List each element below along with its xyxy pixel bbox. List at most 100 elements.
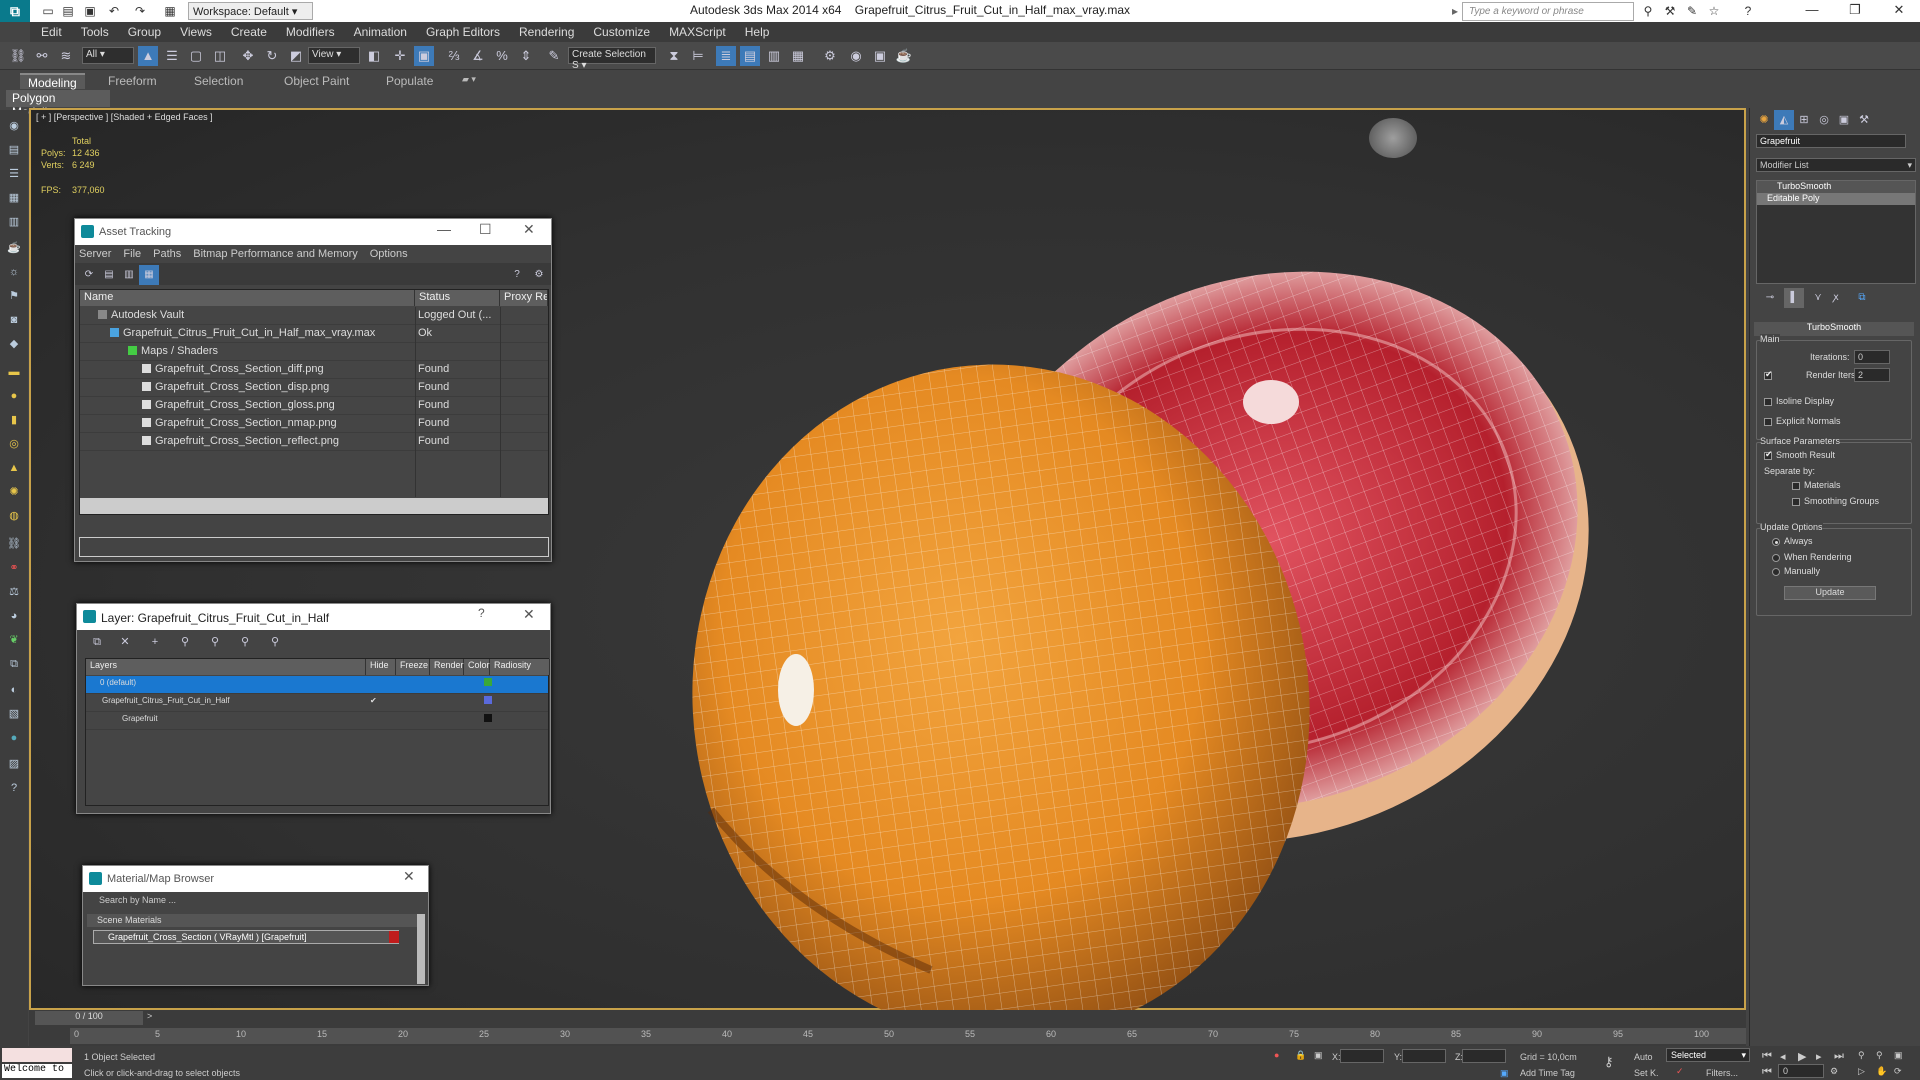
render-iters-checkbox[interactable]: [1764, 369, 1773, 380]
col-layers[interactable]: Layers: [86, 659, 366, 675]
material-editor-icon[interactable]: ◉: [846, 46, 866, 66]
align-icon[interactable]: ⊨: [688, 46, 708, 66]
grid-icon[interactable]: ▦: [5, 190, 23, 206]
add-time-tag[interactable]: Add Time Tag: [1520, 1068, 1575, 1078]
grid-view-icon[interactable]: ▦: [139, 265, 159, 285]
app-menu-button[interactable]: ⧉: [0, 0, 30, 22]
modifier-list-dropdown[interactable]: Modifier List ▾: [1756, 158, 1916, 172]
asset-path-field[interactable]: [79, 537, 549, 557]
cone-icon[interactable]: ▲: [5, 460, 23, 476]
sphere-icon[interactable]: ●: [5, 388, 23, 404]
help-icon[interactable]: ?: [1740, 3, 1756, 19]
zoom-all-icon[interactable]: ⚲: [1876, 1050, 1883, 1061]
stack-item-turbosmooth[interactable]: TurboSmooth: [1757, 181, 1915, 193]
create-tab-icon[interactable]: ✺: [1754, 110, 1774, 130]
field-of-view-icon[interactable]: ▷: [1858, 1066, 1865, 1077]
layer-row[interactable]: Grapefruit: [86, 712, 548, 730]
teapot-icon[interactable]: ☕: [5, 240, 23, 256]
tab-modeling[interactable]: Modeling: [20, 73, 85, 90]
auto-key-button[interactable]: Auto: [1634, 1052, 1653, 1062]
leaf-icon[interactable]: ❦: [5, 632, 23, 648]
refresh-icon[interactable]: ⟳: [79, 265, 99, 285]
slider-next-icon[interactable]: >: [147, 1011, 152, 1021]
keyboard-shortcut-override-icon[interactable]: ▣: [414, 46, 434, 66]
menu-graph-editors[interactable]: Graph Editors: [415, 22, 508, 39]
bars-icon[interactable]: ☰: [5, 166, 23, 182]
hide-all-icon[interactable]: ⚲: [235, 632, 255, 652]
edit-named-selection-icon[interactable]: ✎: [544, 46, 564, 66]
viewcube-icon[interactable]: [1369, 118, 1417, 158]
shape-icon[interactable]: ◆: [5, 336, 23, 352]
menu-paths[interactable]: Paths: [153, 248, 181, 260]
layer-color-swatch[interactable]: [484, 696, 492, 704]
polygon-modeling-panel[interactable]: Polygon Modeling: [6, 90, 110, 119]
menu-customize[interactable]: Customize: [582, 22, 658, 39]
tab-freeform[interactable]: Freeform: [100, 73, 165, 89]
tab-populate[interactable]: Populate: [378, 73, 441, 89]
isolate-selection-icon[interactable]: ●: [1274, 1050, 1279, 1060]
highlight-layer-icon[interactable]: ⚲: [205, 632, 225, 652]
z-coordinate-input[interactable]: [1462, 1049, 1506, 1063]
current-frame-input[interactable]: 0: [1778, 1064, 1824, 1078]
graphite-toggle-icon[interactable]: ▥: [764, 46, 784, 66]
restore-button[interactable]: ❐: [1840, 2, 1870, 20]
table-row[interactable]: Autodesk Vault Logged Out (...: [80, 307, 548, 325]
table-row[interactable]: Grapefruit_Cross_Section_gloss.png Found: [80, 397, 548, 415]
torus-icon[interactable]: ◎: [5, 436, 23, 452]
table-row[interactable]: Grapefruit_Citrus_Fruit_Cut_in_Half_max_…: [80, 325, 548, 343]
layer-manager-icon[interactable]: ▤: [740, 46, 760, 66]
subscription-icon[interactable]: ⚒: [1662, 3, 1678, 19]
tab-selection[interactable]: Selection: [186, 73, 251, 89]
helper-icon[interactable]: ⚑: [5, 288, 23, 304]
bulb-icon[interactable]: ☼: [5, 264, 23, 280]
orb-icon[interactable]: ◐: [5, 682, 23, 698]
tab-object-paint[interactable]: Object Paint: [276, 73, 357, 89]
chain-icon[interactable]: ⛓: [5, 536, 23, 552]
selection-filter-dropdown[interactable]: All ▾: [82, 47, 134, 64]
play-icon[interactable]: ▶: [1798, 1050, 1806, 1063]
settings-icon[interactable]: ⚙: [529, 265, 549, 285]
cylinder-icon[interactable]: ▮: [5, 412, 23, 428]
link-icon[interactable]: ⛓: [8, 46, 28, 66]
redo-icon[interactable]: ↷: [132, 3, 148, 19]
save-file-icon[interactable]: ▣: [82, 3, 98, 19]
pivot-center-icon[interactable]: ◧: [364, 46, 384, 66]
manually-radio[interactable]: [1772, 568, 1780, 576]
grid-list-icon[interactable]: ▥: [5, 214, 23, 230]
key-filters-button[interactable]: Filters...: [1706, 1068, 1738, 1078]
col-name[interactable]: Name: [80, 290, 415, 306]
geosphere-icon[interactable]: ◍: [5, 508, 23, 524]
render-iters-input[interactable]: 2: [1854, 368, 1890, 382]
delete-layer-icon[interactable]: ✕: [115, 632, 135, 652]
close-icon[interactable]: ✕: [403, 868, 415, 885]
time-tag-icon[interactable]: ▣: [1500, 1068, 1509, 1079]
named-selection-dropdown[interactable]: Create Selection S ▾: [568, 47, 656, 71]
when-rendering-radio[interactable]: [1772, 554, 1780, 562]
col-render[interactable]: Render: [430, 659, 464, 675]
absolute-mode-icon[interactable]: ▣: [1314, 1050, 1323, 1061]
spinner-snap-icon[interactable]: ⇕: [516, 46, 536, 66]
select-manipulate-icon[interactable]: ✛: [390, 46, 410, 66]
favorites-star-icon[interactable]: ☆: [1706, 3, 1722, 19]
snaps-toggle-icon[interactable]: ⅔: [444, 46, 464, 66]
selection-lock-icon[interactable]: 🔒: [1295, 1050, 1306, 1061]
eye-icon[interactable]: ◉: [5, 118, 23, 134]
menu-tools[interactable]: Tools: [70, 22, 117, 39]
create-layer-icon[interactable]: ⧉: [87, 632, 107, 652]
layer-color-swatch[interactable]: [484, 714, 492, 722]
show-end-result-icon[interactable]: ▌: [1784, 288, 1804, 308]
workspace-dropdown[interactable]: Workspace: Default ▾: [188, 2, 313, 20]
layer-row[interactable]: 0 (default): [86, 676, 548, 694]
make-unique-icon[interactable]: ⋎: [1808, 288, 1828, 308]
render-production-icon[interactable]: ☕: [894, 46, 914, 66]
previous-frame-icon[interactable]: ◂: [1780, 1050, 1786, 1063]
menu-maxscript[interactable]: MAXScript: [658, 22, 734, 39]
add-to-layer-icon[interactable]: +: [145, 632, 165, 652]
layer-color-swatch[interactable]: [484, 678, 492, 686]
table-row[interactable]: Grapefruit_Cross_Section_diff.png Found: [80, 361, 548, 379]
menu-file[interactable]: File: [123, 248, 141, 260]
col-freeze[interactable]: Freeze: [396, 659, 430, 675]
utilities-tab-icon[interactable]: ⚒: [1854, 110, 1874, 130]
display-tab-icon[interactable]: ▣: [1834, 110, 1854, 130]
col-color[interactable]: Color: [464, 659, 490, 675]
